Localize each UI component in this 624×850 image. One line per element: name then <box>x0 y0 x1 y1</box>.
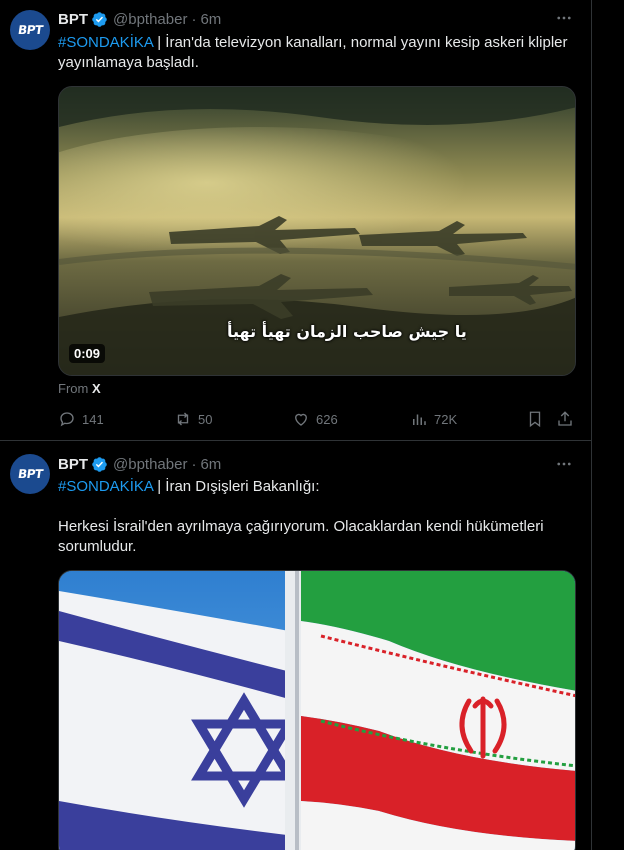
reply-count: 141 <box>82 411 104 427</box>
author-handle[interactable]: @bpthaber <box>113 11 187 28</box>
more-options-icon[interactable] <box>554 454 574 474</box>
tweet-actions: 141 50 626 72K <box>58 408 578 430</box>
separator-dot: · <box>191 455 197 473</box>
from-label: From <box>58 381 89 396</box>
heart-icon <box>295 413 307 426</box>
video-duration: 0:09 <box>69 344 106 363</box>
share-icon <box>558 411 572 426</box>
verified-badge-icon <box>91 11 108 28</box>
repost-icon <box>177 412 189 426</box>
timeline: BPT BPT @bpthaber · 6m #SONDAKİKA | İran… <box>0 0 592 850</box>
flags-image <box>59 571 575 850</box>
author-name[interactable]: BPT <box>58 11 88 28</box>
avatar-logo-text: BPT <box>16 467 44 481</box>
tweet-text: #SONDAKİKA | İran'da televizyon kanallar… <box>58 33 578 73</box>
more-options-icon[interactable] <box>554 8 574 28</box>
like-button[interactable]: 626 <box>292 408 338 430</box>
from-source-link[interactable]: X <box>92 381 101 396</box>
tweet[interactable]: BPT BPT @bpthaber · 6m #SONDAKİKA | İran… <box>0 442 592 850</box>
verified-badge-icon <box>91 456 108 473</box>
from-attribution: From X <box>58 381 101 396</box>
bookmark-button[interactable] <box>526 408 550 430</box>
avatar-logo-text: BPT <box>16 23 44 37</box>
hashtag-link[interactable]: #SONDAKİKA <box>58 34 153 51</box>
repost-count: 50 <box>198 411 213 427</box>
tweet[interactable]: BPT BPT @bpthaber · 6m #SONDAKİKA | İran… <box>0 0 592 441</box>
video-subtitle: يا جيش صاحب الزمان تهيأ تهيأ <box>227 322 467 341</box>
tweet-header: BPT @bpthaber · 6m <box>58 9 221 29</box>
reply-button[interactable]: 141 <box>58 408 104 430</box>
tweet-header: BPT @bpthaber · 6m <box>58 454 221 474</box>
tweet-image[interactable] <box>58 570 576 850</box>
author-handle[interactable]: @bpthaber <box>113 456 187 473</box>
views-icon <box>413 414 426 425</box>
separator-dot: · <box>191 10 197 28</box>
views-button[interactable]: 72K <box>410 408 457 430</box>
bookmark-icon <box>529 411 541 428</box>
repost-button[interactable]: 50 <box>174 408 212 430</box>
avatar[interactable]: BPT <box>10 10 50 50</box>
like-count: 626 <box>316 411 338 427</box>
timestamp[interactable]: 6m <box>200 11 221 28</box>
tweet-text-paragraph: Herkesi İsrail'den ayrılmaya çağırıyorum… <box>58 518 544 555</box>
share-button[interactable] <box>556 408 580 430</box>
video-player[interactable]: يا جيش صاحب الزمان تهيأ تهيأ 0:09 <box>58 86 576 376</box>
tweet-text: #SONDAKİKA | İran Dışişleri Bakanlığı: <box>58 477 578 497</box>
hashtag-link[interactable]: #SONDAKİKA <box>58 478 153 495</box>
avatar[interactable]: BPT <box>10 454 50 494</box>
tweet-text-body: | İran Dışişleri Bakanlığı: <box>153 478 320 495</box>
view-count: 72K <box>434 411 458 427</box>
timestamp[interactable]: 6m <box>200 456 221 473</box>
author-name[interactable]: BPT <box>58 456 88 473</box>
reply-icon <box>60 412 74 427</box>
